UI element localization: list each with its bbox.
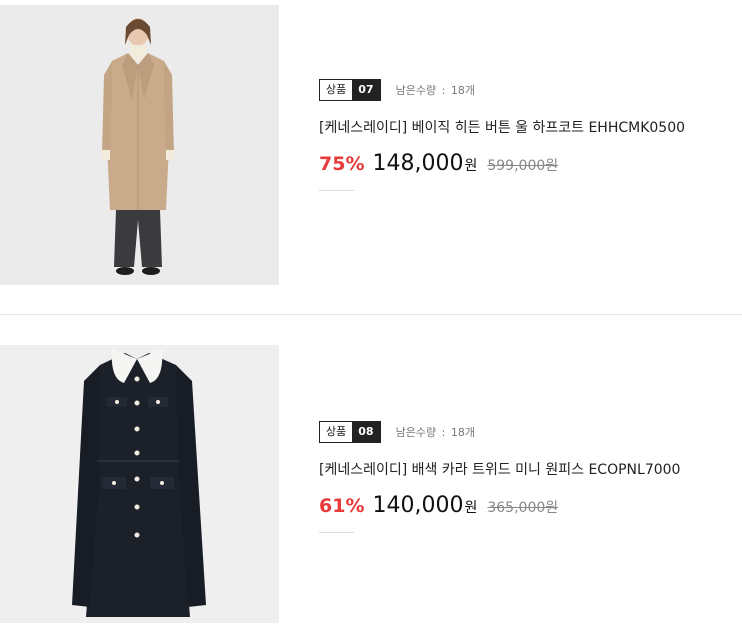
product-tag: 상품 08 [319,421,381,443]
discount-rate: 75% [319,153,365,175]
product-title[interactable]: [케네스레이디] 베이직 히든 버튼 울 하프코트 EHHCMK0500 [319,117,685,137]
tag-label: 상품 [320,80,353,100]
currency-unit: 원 [464,500,478,516]
sale-price: 148,000 [372,151,464,176]
divider-short [319,532,354,533]
currency-unit: 원 [464,158,478,174]
stock-label: 남은수량 [395,84,437,97]
stock-info: 남은수량 : 18개 [395,84,475,97]
tag-label: 상품 [320,422,353,442]
tag-number: 08 [352,422,380,442]
price-row: 61% 140,000 원 365,000원 [319,493,680,518]
stock-info: 남은수량 : 18개 [395,426,475,439]
product-info: 상품 08 남은수량 : 18개 [케네스레이디] 배색 카라 트위드 미니 원… [319,421,680,533]
stock-label: 남은수량 [395,426,437,439]
product-card-07[interactable]: 상품 07 남은수량 : 18개 [케네스레이디] 베이직 히든 버튼 울 하프… [0,0,742,285]
product-title[interactable]: [케네스레이디] 배색 카라 트위드 미니 원피스 ECOPNL7000 [319,459,680,479]
tag-number: 07 [352,80,380,100]
divider-short [319,190,354,191]
original-price: 365,000원 [487,500,559,516]
product-divider [0,314,742,315]
product-tag: 상품 07 [319,79,381,101]
product-image-dress[interactable] [0,345,279,623]
discount-rate: 61% [319,495,365,517]
sale-price: 140,000 [372,493,464,518]
stock-value: 18개 [450,84,475,97]
stock-value: 18개 [450,426,475,439]
product-image-coat[interactable] [0,5,279,285]
price-row: 75% 148,000 원 599,000원 [319,151,685,176]
product-info: 상품 07 남은수량 : 18개 [케네스레이디] 베이직 히든 버튼 울 하프… [319,79,685,191]
product-card-08[interactable]: 상품 08 남은수량 : 18개 [케네스레이디] 배색 카라 트위드 미니 원… [0,345,742,625]
original-price: 599,000원 [487,158,559,174]
